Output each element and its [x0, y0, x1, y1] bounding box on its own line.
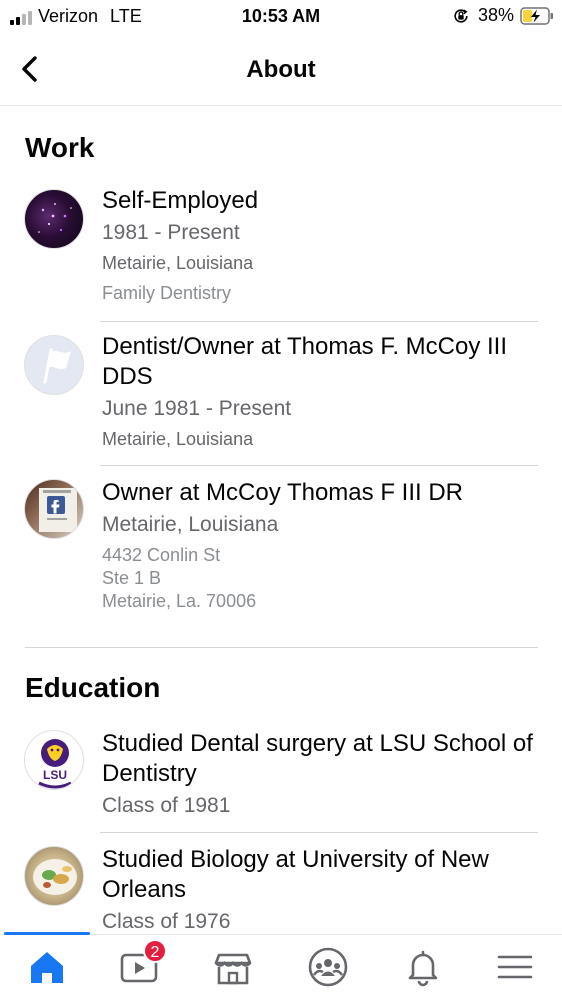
battery-charging-icon: [520, 6, 553, 25]
education-item-text: Studied Dental surgery at LSU School of …: [102, 729, 542, 821]
menu-icon: [497, 955, 533, 979]
about-content[interactable]: Work Self-Employed 1981 - Present Metair…: [0, 108, 562, 934]
rotation-lock-icon: [454, 8, 468, 23]
battery-percent: 38%: [477, 5, 514, 25]
work-item-text: Dentist/Owner at Thomas F. McCoy III DDS…: [102, 332, 542, 454]
home-icon: [31, 952, 63, 983]
work-avatar-checkin: [24, 479, 84, 539]
work-title: Self-Employed: [102, 187, 259, 214]
education-heading: Education: [25, 672, 161, 703]
work-item-text: Owner at McCoy Thomas F III DR Metairie,…: [102, 478, 542, 613]
tab-home[interactable]: [25, 945, 69, 989]
lsu-logo: LSU: [24, 730, 84, 790]
education-item-text: Studied Biology at University of New Orl…: [102, 845, 542, 934]
work-title-prefix: Owner at: [102, 479, 207, 506]
page-title: About: [246, 56, 316, 83]
address-line-1: 4432 Conlin St: [102, 545, 221, 565]
work-dates: 1981 - Present: [102, 221, 240, 244]
nav-header: About: [0, 40, 562, 106]
tab-marketplace[interactable]: [211, 945, 255, 989]
status-bar: Verizon LTE 10:53 AM 38%: [0, 0, 562, 34]
status-right: 38%: [452, 5, 554, 26]
work-title-prefix: Dentist/Owner at: [102, 333, 287, 360]
divider: [100, 321, 538, 322]
work-location: Metairie, Louisiana: [102, 429, 254, 449]
work-description: Family Dentistry: [102, 283, 232, 303]
education-title: Studied Dental surgery at LSU School of …: [102, 730, 533, 787]
section-divider: [25, 647, 538, 648]
marketplace-icon: [214, 953, 252, 985]
groups-icon: [308, 947, 348, 987]
address-line-3: Metairie, La. 70006: [102, 591, 257, 611]
address-line-2: Ste 1 B: [102, 568, 162, 588]
work-avatar-stars: [24, 189, 84, 249]
divider: [100, 832, 538, 833]
divider: [100, 465, 538, 466]
education-class: Class of 1976: [102, 910, 231, 933]
notification-badge: 2: [143, 939, 167, 963]
education-class: Class of 1981: [102, 794, 231, 817]
education-title: Studied Biology at University of New Orl…: [102, 846, 489, 903]
work-item-text: Self-Employed 1981 - Present Metairie, L…: [102, 186, 542, 308]
food-photo-image: [33, 859, 77, 895]
bottom-tab-bar: 2: [0, 932, 562, 1000]
screen: Verizon LTE 10:53 AM 38% About Work Self…: [0, 0, 562, 1000]
work-location: Metairie, Louisiana: [102, 253, 254, 273]
tab-notifications[interactable]: [401, 945, 445, 989]
work-avatar-flag: [24, 335, 84, 395]
bell-icon: [408, 950, 438, 987]
tab-watch[interactable]: 2: [117, 939, 167, 989]
uno-avatar-food: [24, 846, 84, 906]
tab-groups[interactable]: [306, 945, 350, 989]
flag-icon: [43, 348, 71, 384]
work-title: Dentist/Owner at Thomas F. McCoy III DDS: [102, 332, 542, 392]
work-heading: Work: [25, 132, 95, 163]
work-location: Metairie, Louisiana: [102, 513, 279, 536]
work-address: 4432 Conlin St Ste 1 B Metairie, La. 700…: [102, 544, 542, 613]
checkin-sign-image: [39, 488, 77, 532]
active-tab-indicator: [4, 932, 90, 935]
work-dates: June 1981 - Present: [102, 397, 292, 420]
work-title: Owner at McCoy Thomas F III DR: [102, 478, 542, 508]
tab-menu[interactable]: [493, 945, 537, 989]
work-org-link[interactable]: McCoy Thomas F III DR: [206, 479, 463, 506]
lsu-logo-text: LSU: [43, 768, 67, 782]
stars-image: [38, 203, 72, 233]
